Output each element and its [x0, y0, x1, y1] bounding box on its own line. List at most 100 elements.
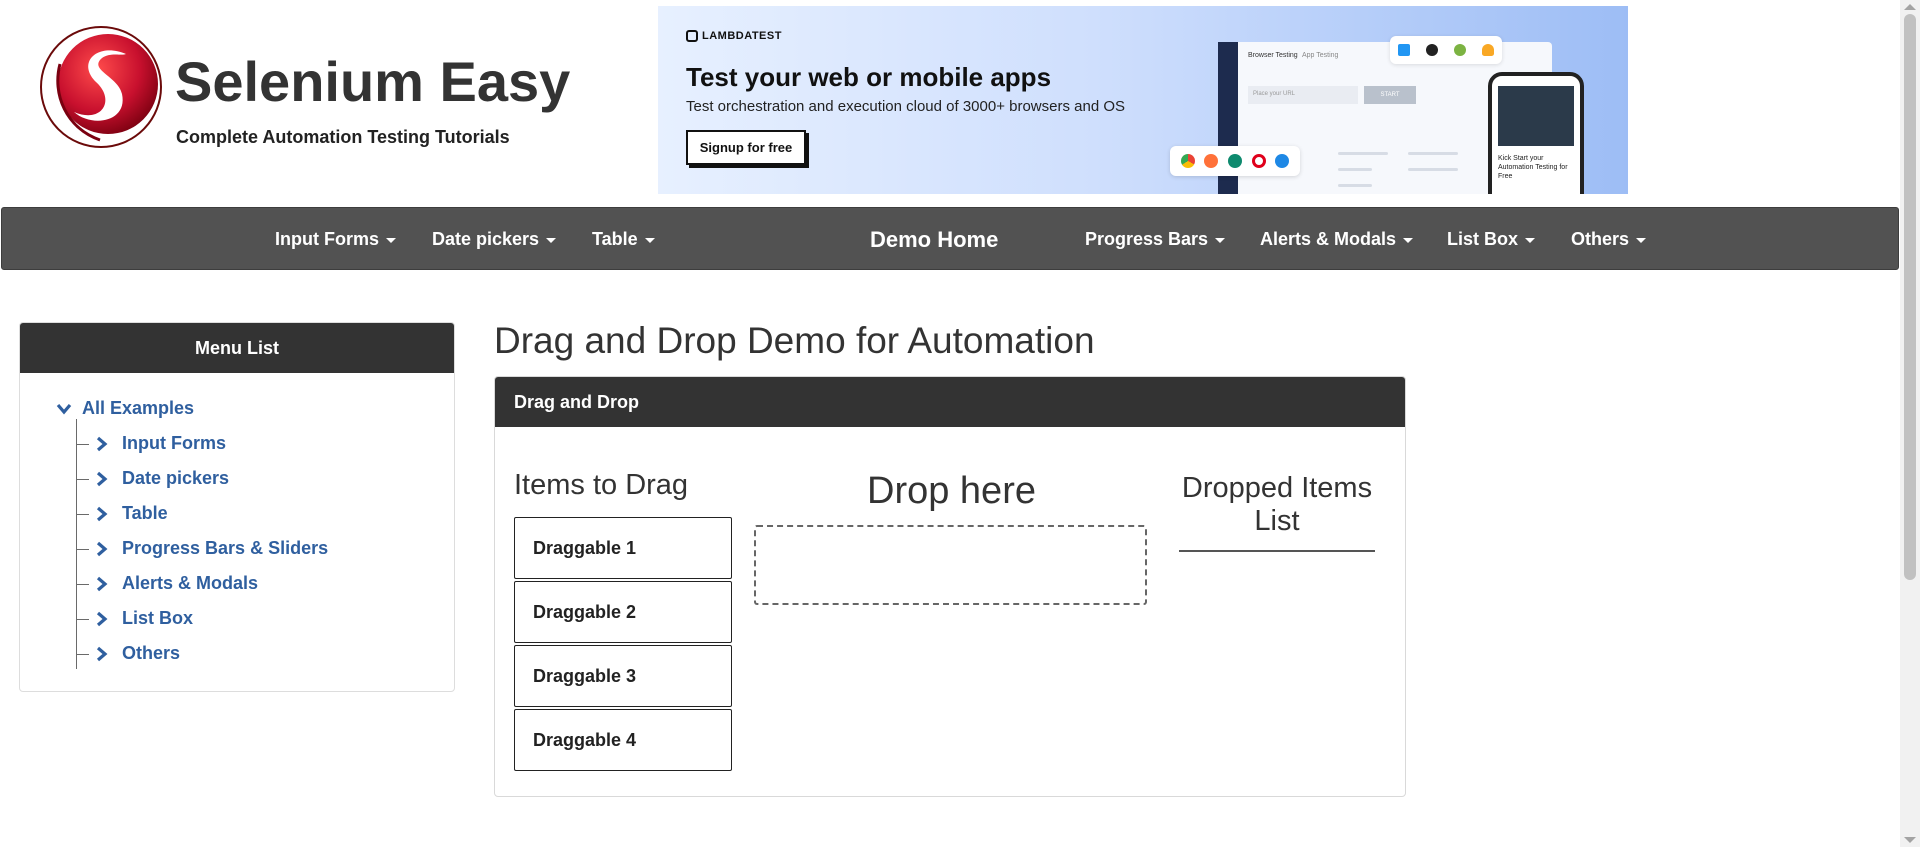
- menu-item-label: Progress Bars & Sliders: [122, 538, 329, 558]
- chevron-right-icon: [96, 471, 108, 487]
- dropped-items-title: Dropped Items List: [1181, 472, 1373, 537]
- ad-brand: LAMBDATEST: [702, 30, 782, 42]
- tree-connector: [76, 419, 77, 669]
- chevron-right-icon: [96, 576, 108, 592]
- draggable-item-4[interactable]: Draggable 4: [514, 709, 732, 771]
- menu-item-date-pickers[interactable]: Date pickers: [96, 468, 229, 489]
- menu-item-input-forms[interactable]: Input Forms: [96, 433, 226, 454]
- tree-branch: [77, 514, 89, 515]
- dropped-list-divider: [1179, 550, 1375, 552]
- caret-down-icon: [1403, 238, 1414, 243]
- lambdatest-icon: [686, 30, 698, 42]
- menu-item-label: Date pickers: [122, 468, 230, 488]
- caret-down-icon: [1636, 238, 1647, 243]
- chevron-down-icon: [56, 403, 72, 415]
- menu-item-label: Table: [122, 503, 168, 523]
- nav-label: Date pickers: [432, 229, 540, 249]
- menu-list-panel: Menu List All Examples Input Forms Date …: [19, 322, 455, 692]
- nav-progress-bars[interactable]: Progress Bars: [1085, 208, 1226, 271]
- menu-item-alerts-modals[interactable]: Alerts & Modals: [96, 573, 258, 594]
- windows-icon: [1398, 44, 1410, 56]
- page-title: Drag and Drop Demo for Automation: [494, 320, 1095, 361]
- nav-list-box[interactable]: List Box: [1447, 208, 1536, 271]
- caret-down-icon: [1215, 238, 1226, 243]
- brand-title: Selenium Easy: [175, 50, 571, 113]
- drop-here-title: Drop here: [867, 470, 1036, 512]
- scroll-thumb[interactable]: [1904, 14, 1916, 580]
- nav-alerts-modals[interactable]: Alerts & Modals: [1260, 208, 1414, 271]
- safari-icon: [1275, 154, 1290, 168]
- menu-item-table[interactable]: Table: [96, 503, 168, 524]
- selenium-easy-logo-icon[interactable]: [38, 24, 164, 150]
- chevron-right-icon: [96, 436, 108, 452]
- tree-branch: [77, 549, 89, 550]
- menu-item-others[interactable]: Others: [96, 643, 180, 664]
- caret-down-icon: [386, 238, 396, 243]
- nav-label: Demo Home: [870, 226, 999, 252]
- ad-os-icons: [1390, 36, 1502, 64]
- brand-subtitle: Complete Automation Testing Tutorials: [176, 127, 510, 147]
- panel-title: Drag and Drop: [495, 377, 1405, 427]
- opera-icon: [1251, 154, 1266, 168]
- chrome-icon: [1180, 154, 1195, 168]
- page-scrollbar[interactable]: [1900, 0, 1920, 847]
- menu-item-label: Input Forms: [122, 433, 226, 453]
- draggable-item-2[interactable]: Draggable 2: [514, 581, 732, 643]
- mockup-line: [1338, 168, 1372, 171]
- caret-down-icon: [546, 238, 557, 243]
- menu-item-label: Others: [122, 643, 181, 663]
- phone-text: Kick Start your Automation Testing for F…: [1498, 155, 1568, 180]
- mockup-tab-browser: Browser Testing: [1248, 52, 1298, 59]
- menu-item-list-box[interactable]: List Box: [96, 608, 193, 629]
- firefox-icon: [1204, 154, 1219, 168]
- scroll-up-arrow-icon[interactable]: [1904, 4, 1916, 10]
- edge-icon: [1227, 154, 1242, 168]
- lambdatest-ad-banner[interactable]: LAMBDATEST Test your web or mobile apps …: [658, 6, 1628, 194]
- apple-icon: [1426, 44, 1438, 56]
- chevron-right-icon: [96, 506, 108, 522]
- ad-browser-icons: [1170, 146, 1300, 176]
- tree-branch: [77, 479, 89, 480]
- scroll-down-arrow-icon[interactable]: [1904, 837, 1916, 843]
- mockup-line: [1408, 168, 1458, 171]
- nav-label: Table: [592, 229, 638, 249]
- menu-list-title: Menu List: [20, 323, 454, 373]
- nav-demo-home[interactable]: Demo Home: [870, 208, 998, 271]
- chevron-right-icon: [96, 611, 108, 627]
- menu-all-examples[interactable]: All Examples: [56, 398, 194, 419]
- nav-label: Others: [1571, 229, 1630, 249]
- nav-label: Progress Bars: [1085, 229, 1209, 249]
- nav-input-forms[interactable]: Input Forms: [275, 208, 396, 271]
- nav-others[interactable]: Others: [1571, 208, 1647, 271]
- menu-item-progress-bars[interactable]: Progress Bars & Sliders: [96, 538, 328, 559]
- mockup-url-field: Place your URL: [1248, 86, 1358, 104]
- nav-label: List Box: [1447, 229, 1519, 249]
- tree-branch: [77, 584, 89, 585]
- ad-description: Test orchestration and execution cloud o…: [686, 98, 1126, 115]
- mockup-line: [1408, 152, 1458, 155]
- draggable-item-3[interactable]: Draggable 3: [514, 645, 732, 707]
- nav-label: Input Forms: [275, 229, 379, 249]
- drag-drop-panel: Drag and Drop Items to Drag Draggable 1 …: [494, 376, 1406, 797]
- items-to-drag-title: Items to Drag: [514, 469, 689, 501]
- mockup-line: [1338, 152, 1388, 155]
- mockup-tab-app: App Testing: [1302, 52, 1339, 59]
- linux-icon: [1482, 44, 1494, 56]
- mockup-line: [1338, 184, 1372, 187]
- tree-branch: [77, 654, 89, 655]
- nav-label: Alerts & Modals: [1260, 229, 1397, 249]
- mockup-start-button: START: [1364, 86, 1416, 104]
- menu-item-label: List Box: [122, 608, 194, 628]
- ad-headline: Test your web or mobile apps: [686, 62, 1052, 92]
- tree-branch: [77, 619, 89, 620]
- chevron-right-icon: [96, 646, 108, 662]
- lambdatest-logo: LAMBDATEST: [686, 30, 782, 42]
- nav-table[interactable]: Table: [592, 208, 655, 271]
- drop-zone[interactable]: [754, 525, 1147, 605]
- caret-down-icon: [1525, 238, 1536, 243]
- nav-date-pickers[interactable]: Date pickers: [432, 208, 557, 271]
- ad-signup-button[interactable]: Signup for free: [686, 130, 806, 165]
- tree-branch: [77, 444, 89, 445]
- draggable-item-1[interactable]: Draggable 1: [514, 517, 732, 579]
- main-navbar: Input Forms Date pickers Table Demo Home…: [1, 207, 1899, 270]
